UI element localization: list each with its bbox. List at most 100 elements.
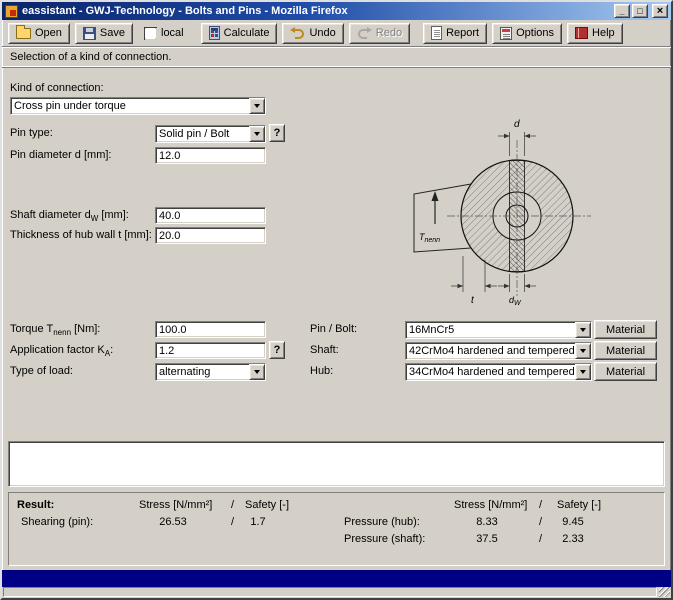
torque-arrow-head <box>432 191 439 201</box>
footer-bar <box>2 570 671 587</box>
app-icon <box>5 5 18 18</box>
torque-label-text: Torque Tnenn [Nm]: <box>10 323 100 339</box>
title-bar[interactable]: eassistant - GWJ-Technology - Bolts and … <box>2 2 671 20</box>
shaft-diameter-input[interactable] <box>155 207 266 224</box>
curved-arrow-left-icon <box>290 27 305 40</box>
options-button-label: Options <box>516 27 554 39</box>
message-area <box>8 441 665 487</box>
redo-button-label: Redo <box>376 27 402 39</box>
open-folder-icon <box>16 28 31 39</box>
kind-of-connection-label: Kind of connection: <box>10 82 104 95</box>
app-window: eassistant - GWJ-Technology - Bolts and … <box>0 0 673 600</box>
shaft-diameter-label: Shaft diameter dW [mm]: <box>10 209 129 225</box>
toolbar: Open Save local Calculate Undo Redo <box>2 20 671 46</box>
dim-t-label: t <box>471 295 475 306</box>
shearing-pin-safety: 1.7 <box>241 516 275 528</box>
local-checkbox[interactable] <box>144 27 157 40</box>
open-button-label: Open <box>35 27 62 39</box>
shaft-material-select[interactable]: 42CrMo4 hardened and tempered <box>405 342 592 360</box>
maximize-button[interactable]: □ <box>632 4 648 18</box>
stress-header-right: Stress [N/mm²] <box>454 499 527 511</box>
report-button-label: Report <box>446 27 479 39</box>
window-title: eassistant - GWJ-Technology - Bolts and … <box>22 5 610 17</box>
minimize-button[interactable]: _ <box>614 4 630 18</box>
status-bar <box>2 587 671 598</box>
info-bar-text: Selection of a kind of connection. <box>10 51 171 63</box>
hub-dropdown-button[interactable] <box>575 364 591 380</box>
torque-label: Tnenn <box>419 232 440 244</box>
hub-wall-input[interactable] <box>155 227 266 244</box>
calculate-button[interactable]: Calculate <box>201 23 278 44</box>
help-button-label: Help <box>592 27 615 39</box>
pressure-shaft-label: Pressure (shaft): <box>344 533 425 545</box>
chevron-down-icon <box>254 132 260 136</box>
application-factor-help-button[interactable]: ? <box>269 341 285 359</box>
hub-material-select[interactable]: 34CrMo4 hardened and tempered <box>405 363 592 381</box>
pin-type-help-button[interactable]: ? <box>269 124 285 142</box>
open-button[interactable]: Open <box>8 23 70 44</box>
type-of-load-dropdown-button[interactable] <box>249 364 265 380</box>
shaft-label: Shaft: <box>310 344 339 357</box>
safety-header-right: Safety [-] <box>557 499 601 511</box>
notebook-icon <box>500 27 512 40</box>
pin-bolt-material-value: 16MnCr5 <box>406 322 575 338</box>
calculate-button-label: Calculate <box>224 27 270 39</box>
pressure-hub-stress: 8.33 <box>461 516 513 528</box>
local-checkbox-label: local <box>161 27 184 39</box>
shaft-material-button[interactable]: Material <box>594 341 657 360</box>
close-button[interactable]: × <box>652 4 668 18</box>
pin-type-select[interactable]: Solid pin / Bolt <box>155 125 266 143</box>
resize-grip[interactable] <box>659 587 670 597</box>
red-book-icon <box>575 27 588 39</box>
separator: / <box>231 499 234 511</box>
help-button[interactable]: Help <box>567 23 623 44</box>
kind-of-connection-select[interactable]: Cross pin under torque <box>10 97 266 115</box>
shearing-pin-stress: 26.53 <box>147 516 199 528</box>
chevron-down-icon <box>580 370 586 374</box>
undo-button[interactable]: Undo <box>282 23 343 44</box>
type-of-load-label: Type of load: <box>10 365 73 378</box>
status-cell <box>3 587 657 597</box>
curved-arrow-right-icon <box>357 27 372 40</box>
pin-bolt-label: Pin / Bolt: <box>310 323 357 336</box>
pin-type-dropdown-button[interactable] <box>249 126 265 142</box>
stress-header-left: Stress [N/mm²] <box>139 499 212 511</box>
shaft-dropdown-button[interactable] <box>575 343 591 359</box>
hub-label: Hub: <box>310 365 333 378</box>
torque-input[interactable] <box>155 321 266 338</box>
chevron-down-icon <box>254 104 260 108</box>
hub-material-button[interactable]: Material <box>594 362 657 381</box>
pin-diameter-input[interactable] <box>155 147 266 164</box>
hub-wall-label: Thickness of hub wall t [mm]: <box>10 229 152 242</box>
pressure-shaft-stress: 37.5 <box>461 533 513 545</box>
shearing-pin-label: Shearing (pin): <box>21 516 93 528</box>
calculator-icon <box>209 26 220 40</box>
hub-material-value: 34CrMo4 hardened and tempered <box>406 364 575 380</box>
pin-bolt-dropdown-button[interactable] <box>575 322 591 338</box>
pin-type-label: Pin type: <box>10 127 53 140</box>
local-checkbox-group: local <box>144 27 184 40</box>
application-factor-input[interactable] <box>155 342 266 359</box>
kind-dropdown-button[interactable] <box>249 98 265 114</box>
separator: / <box>539 516 542 528</box>
pressure-hub-safety: 9.45 <box>555 516 591 528</box>
dim-d-label: d <box>514 119 520 130</box>
type-of-load-select[interactable]: alternating <box>155 363 266 381</box>
options-button[interactable]: Options <box>492 23 562 44</box>
document-icon <box>431 26 442 40</box>
save-button[interactable]: Save <box>75 23 133 44</box>
pressure-shaft-safety: 2.33 <box>555 533 591 545</box>
info-bar: Selection of a kind of connection. <box>2 46 671 68</box>
undo-button-label: Undo <box>309 27 335 39</box>
technical-drawing: d Tnenn t dW <box>405 112 640 310</box>
pin-bolt-material-button[interactable]: Material <box>594 320 657 339</box>
shaft-material-value: 42CrMo4 hardened and tempered <box>406 343 575 359</box>
redo-button[interactable]: Redo <box>349 23 410 44</box>
separator: / <box>231 516 234 528</box>
chevron-down-icon <box>254 370 260 374</box>
pin-bolt-material-select[interactable]: 16MnCr5 <box>405 321 592 339</box>
pin-type-value: Solid pin / Bolt <box>156 126 249 142</box>
report-button[interactable]: Report <box>423 23 487 44</box>
pressure-hub-label: Pressure (hub): <box>344 516 420 528</box>
chevron-down-icon <box>580 349 586 353</box>
